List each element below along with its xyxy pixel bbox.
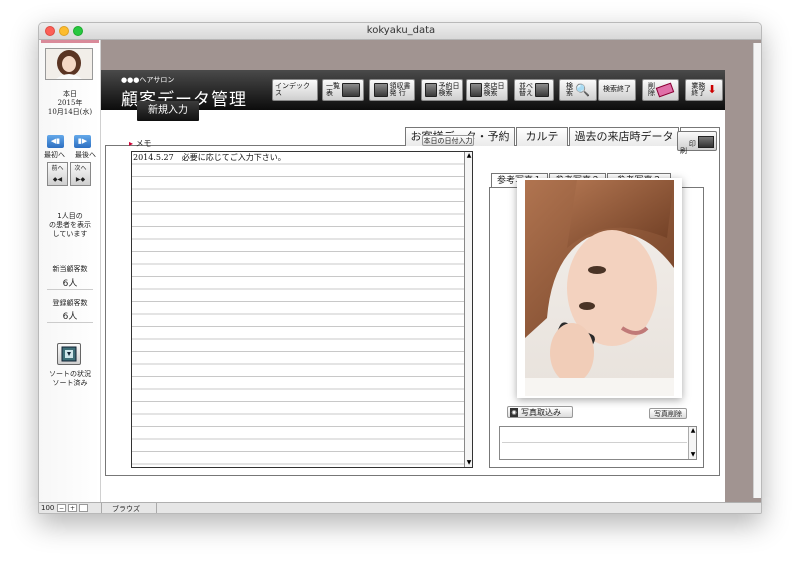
list-button[interactable]: 一覧 表 — [322, 79, 364, 101]
sort-status-label: ソートの状況 — [49, 370, 91, 378]
sidebar-accent-bar — [41, 40, 99, 43]
today-label: 本日 — [63, 90, 77, 98]
receipt-icon — [373, 83, 388, 97]
scroll-down-arrow-icon[interactable]: ▼ — [465, 459, 473, 467]
status-bar: 100 − + ブラウズ — [39, 502, 761, 513]
exit-button[interactable]: 業務 終了 ⬇ — [685, 79, 723, 101]
zoom-level: 100 — [41, 504, 55, 512]
sort-button[interactable] — [57, 343, 81, 365]
tab-past-visits[interactable]: 過去の来店時データ — [569, 127, 679, 146]
showing-line3: しています — [52, 230, 88, 238]
bullet-icon: ▸ — [129, 139, 134, 148]
printer-icon — [698, 136, 714, 148]
photo-image — [525, 180, 674, 396]
import-photo-button[interactable]: ◉ 写真取込み — [507, 406, 573, 418]
reference-photo — [517, 178, 682, 398]
sidebar: 本日 2015年 10月14日(水) ◀▮ ▮▶ 最初へ 最後へ 前へ ◆◀ 次… — [39, 40, 101, 502]
receipt-button[interactable]: 領収書 発 行 — [369, 79, 415, 101]
memo-textarea[interactable]: 2014.5.27 必要に応じてご入力下さい。 ▲ ▼ — [131, 151, 473, 468]
new-count-value: 6人 — [47, 276, 93, 290]
new-entry-button[interactable]: 新規入力 — [137, 101, 199, 121]
magnifier-icon: 🔍 — [575, 82, 590, 97]
note-scroll-up-icon[interactable]: ▲ — [689, 427, 697, 435]
today-date-input-button[interactable]: 本日の日付入力 — [422, 135, 474, 146]
next-record-button[interactable]: 次へ ▶◆ — [70, 162, 91, 186]
note-scrollbar[interactable]: ▲ ▼ — [688, 427, 696, 459]
today-date: 10月14日(水) — [47, 108, 93, 116]
showing-line2: の患者を表示 — [49, 221, 91, 229]
next-arrow-icon: ▶◆ — [75, 176, 86, 183]
search-end-button[interactable]: 検索終了 — [598, 79, 636, 101]
print-button[interactable]: 印 刷 — [677, 131, 717, 155]
sort-status-value: ソート済み — [52, 379, 88, 387]
first-record-button[interactable]: ◀▮ — [47, 135, 64, 148]
window-title: kokyaku_data — [366, 25, 436, 36]
last-label: 最後へ — [75, 151, 96, 159]
showing-line1: 1人目の — [57, 212, 83, 220]
memo-first-line: 2014.5.27 必要に応じてご入力下さい。 — [133, 153, 286, 162]
new-count-label: 新当顧客数 — [52, 265, 88, 273]
registered-count-label: 登録顧客数 — [52, 299, 88, 307]
window-scrollbar[interactable] — [753, 43, 761, 498]
memo-label: ▸ メモ — [129, 139, 152, 148]
app-window: kokyaku_data 本日 2015年 10月14日(水) ◀▮ ▮▶ 最初… — [38, 22, 762, 514]
prev-arrow-icon: ◆◀ — [52, 176, 63, 183]
plus-icon: + — [69, 505, 76, 512]
reservation-search-button[interactable]: 予約日 検索 — [421, 79, 463, 101]
scroll-up-arrow-icon[interactable]: ▲ — [465, 152, 473, 160]
zoom-in-button[interactable]: + — [68, 504, 77, 512]
zoom-out-button[interactable]: − — [57, 504, 66, 512]
avatar — [45, 48, 93, 80]
memo-scrollbar[interactable]: ▲ ▼ — [464, 152, 472, 467]
registered-count-value: 6人 — [47, 309, 93, 323]
sort-records-button[interactable]: 並べ 替え — [514, 79, 554, 101]
person-icon: ◉ — [510, 407, 518, 417]
first-arrow-icon: ◀▮ — [50, 137, 61, 145]
next-label: 次へ — [74, 165, 87, 172]
minus-icon: − — [58, 505, 65, 512]
prev-label: 前へ — [51, 165, 64, 172]
last-arrow-icon: ▮▶ — [77, 137, 88, 145]
avatar-photo — [46, 49, 92, 79]
title-bar: kokyaku_data — [39, 23, 761, 40]
visit-search-button[interactable]: 来店日 検索 — [466, 79, 508, 101]
list-icon — [342, 83, 360, 97]
photo-note-field[interactable]: ▲ ▼ — [499, 426, 697, 460]
eraser-icon — [655, 82, 675, 98]
search-button[interactable]: 検 索 🔍 — [559, 79, 597, 101]
first-label: 最初へ — [44, 151, 65, 159]
delete-button[interactable]: 削 除 — [642, 79, 679, 101]
salon-name: ●●●ヘアサロン — [121, 76, 175, 84]
calendar-icon — [424, 83, 437, 97]
mode-indicator: ブラウズ — [101, 503, 157, 513]
prev-record-button[interactable]: 前へ ◆◀ — [47, 162, 68, 186]
note-rule — [502, 442, 687, 443]
tab-karte[interactable]: カルテ — [516, 127, 568, 146]
sort-icon — [535, 83, 549, 97]
calendar-icon — [469, 83, 482, 97]
last-record-button[interactable]: ▮▶ — [74, 135, 91, 148]
today-year: 2015年 — [57, 99, 83, 107]
delete-photo-button[interactable]: 写真削除 — [649, 408, 687, 419]
toggle-status-button[interactable] — [79, 504, 88, 512]
sort-icon — [61, 346, 77, 362]
exit-arrow-icon: ⬇ — [707, 83, 717, 97]
note-scroll-down-icon[interactable]: ▼ — [689, 451, 697, 459]
index-button[interactable]: インデックス — [272, 79, 318, 101]
